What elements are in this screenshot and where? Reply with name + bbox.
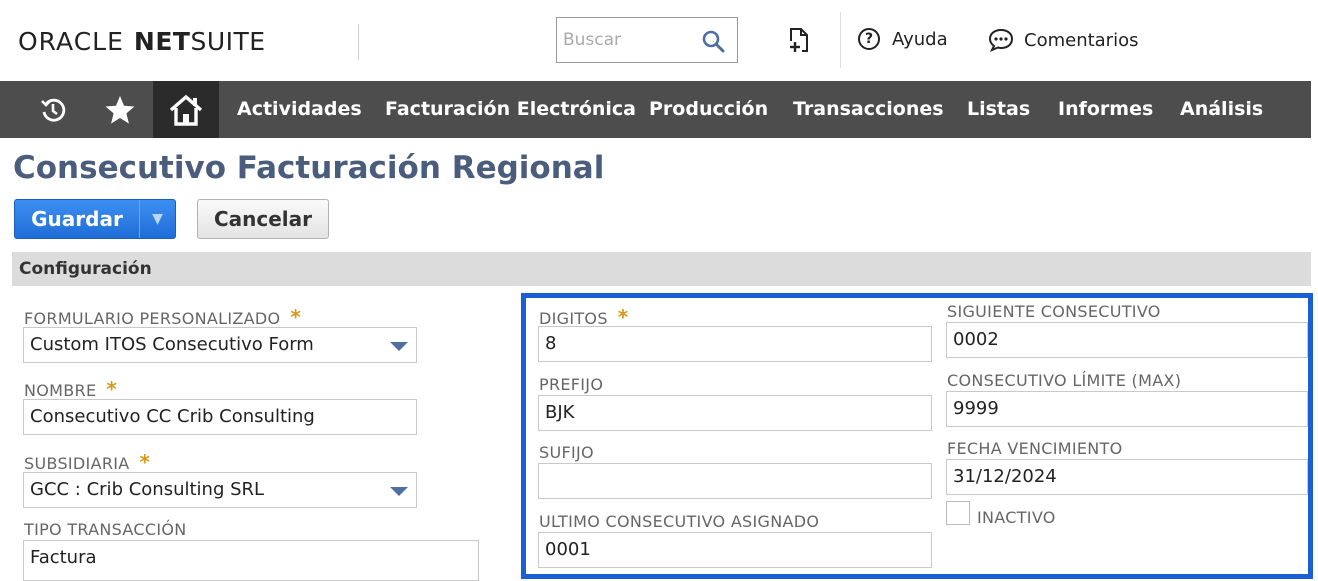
dropdown-arrow-icon: ▼ bbox=[152, 211, 163, 227]
consecutivo-limite-label: CONSECUTIVO LÍMITE (MAX) bbox=[947, 371, 1182, 390]
tipo-transaccion-label: TIPO TRANSACCIÓN bbox=[24, 520, 187, 539]
nav-produccion[interactable]: Producción bbox=[649, 81, 768, 138]
save-options-dropdown[interactable]: ▼ bbox=[139, 200, 175, 238]
section-header-configuracion[interactable]: Configuración bbox=[12, 252, 1311, 286]
tipo-transaccion-field[interactable]: Factura bbox=[23, 540, 479, 581]
formulario-label: FORMULARIO PERSONALIZADO * bbox=[24, 305, 301, 329]
main-nav: Actividades Facturación Electrónica Prod… bbox=[0, 81, 1311, 138]
home-button[interactable] bbox=[153, 81, 219, 138]
fecha-vencimiento-field[interactable]: 31/12/2024 bbox=[946, 459, 1308, 495]
subsidiaria-select[interactable]: GCC : Crib Consulting SRL bbox=[23, 472, 417, 508]
subsidiaria-value: GCC : Crib Consulting SRL bbox=[30, 479, 265, 500]
sufijo-field[interactable] bbox=[538, 463, 932, 499]
dropdown-arrow-icon bbox=[390, 487, 408, 496]
star-icon bbox=[105, 95, 135, 124]
new-doc-icon[interactable] bbox=[786, 26, 812, 54]
nav-transacciones[interactable]: Transacciones bbox=[793, 81, 944, 138]
inactivo-checkbox[interactable] bbox=[946, 501, 970, 525]
nombre-label-text: NOMBRE bbox=[24, 381, 97, 400]
oracle-netsuite-logo[interactable]: ORACLE NET SUITE bbox=[18, 26, 266, 56]
nav-listas[interactable]: Listas bbox=[967, 81, 1030, 138]
search-icon[interactable] bbox=[701, 29, 725, 53]
required-mark: * bbox=[290, 305, 302, 329]
page-title: Consecutivo Facturación Regional bbox=[13, 150, 605, 186]
fecha-vencimiento-label: FECHA VENCIMIENTO bbox=[947, 439, 1123, 458]
comments-label: Comentarios bbox=[1024, 29, 1139, 51]
top-header: ORACLE NETSUITE ? Ayuda Comentarios bbox=[0, 0, 1318, 81]
nav-facturacion-electronica[interactable]: Facturación Electrónica bbox=[385, 81, 636, 138]
save-button[interactable]: Guardar bbox=[15, 200, 139, 238]
logo-net-text: NET bbox=[133, 26, 191, 56]
nav-analisis[interactable]: Análisis bbox=[1180, 81, 1263, 138]
subsidiaria-label: SUBSIDIARIA * bbox=[24, 450, 150, 474]
help-label: Ayuda bbox=[892, 28, 948, 50]
logo-suite-text: SUITE bbox=[190, 26, 266, 56]
global-search[interactable] bbox=[556, 17, 738, 63]
cancel-button[interactable]: Cancelar bbox=[197, 199, 329, 239]
logo-oracle-text: ORACLE bbox=[18, 26, 124, 56]
favorites-button[interactable] bbox=[87, 81, 153, 138]
header-divider bbox=[840, 12, 841, 68]
siguiente-consecutivo-label: SIGUIENTE CONSECUTIVO bbox=[947, 302, 1161, 321]
save-button-group: Guardar ▼ bbox=[14, 199, 176, 239]
inactivo-label: INACTIVO bbox=[977, 508, 1056, 527]
required-mark: * bbox=[139, 450, 151, 474]
formulario-value: Custom ITOS Consecutivo Form bbox=[30, 334, 314, 355]
prefijo-label: PREFIJO bbox=[539, 375, 604, 394]
comments-link[interactable]: Comentarios bbox=[988, 28, 1138, 52]
nombre-field[interactable]: Consecutivo CC Crib Consulting bbox=[23, 399, 417, 435]
consecutivo-limite-field[interactable]: 9999 bbox=[946, 391, 1308, 427]
help-link[interactable]: ? Ayuda bbox=[858, 28, 948, 50]
dropdown-arrow-icon bbox=[390, 342, 408, 351]
ultimo-consecutivo-label: ULTIMO CONSECUTIVO ASIGNADO bbox=[539, 512, 820, 531]
recent-icon bbox=[41, 98, 66, 122]
help-icon: ? bbox=[858, 28, 880, 50]
search-input[interactable] bbox=[563, 28, 693, 52]
subsidiaria-label-text: SUBSIDIARIA bbox=[24, 454, 130, 473]
sufijo-label: SUFIJO bbox=[539, 443, 594, 462]
digitos-field[interactable]: 8 bbox=[538, 326, 932, 362]
nombre-label: NOMBRE * bbox=[24, 377, 117, 401]
siguiente-consecutivo-field[interactable]: 0002 bbox=[946, 322, 1308, 358]
header-divider bbox=[358, 24, 359, 60]
nav-actividades[interactable]: Actividades bbox=[237, 81, 362, 138]
formulario-select[interactable]: Custom ITOS Consecutivo Form bbox=[23, 327, 417, 363]
ultimo-consecutivo-field[interactable]: 0001 bbox=[538, 532, 932, 568]
formulario-label-text: FORMULARIO PERSONALIZADO bbox=[24, 309, 281, 328]
prefijo-field[interactable]: BJK bbox=[538, 395, 932, 431]
comments-icon bbox=[988, 28, 1014, 52]
recent-records-button[interactable] bbox=[20, 81, 86, 138]
nav-informes[interactable]: Informes bbox=[1058, 81, 1153, 138]
required-mark: * bbox=[106, 377, 118, 401]
home-icon bbox=[169, 94, 203, 126]
